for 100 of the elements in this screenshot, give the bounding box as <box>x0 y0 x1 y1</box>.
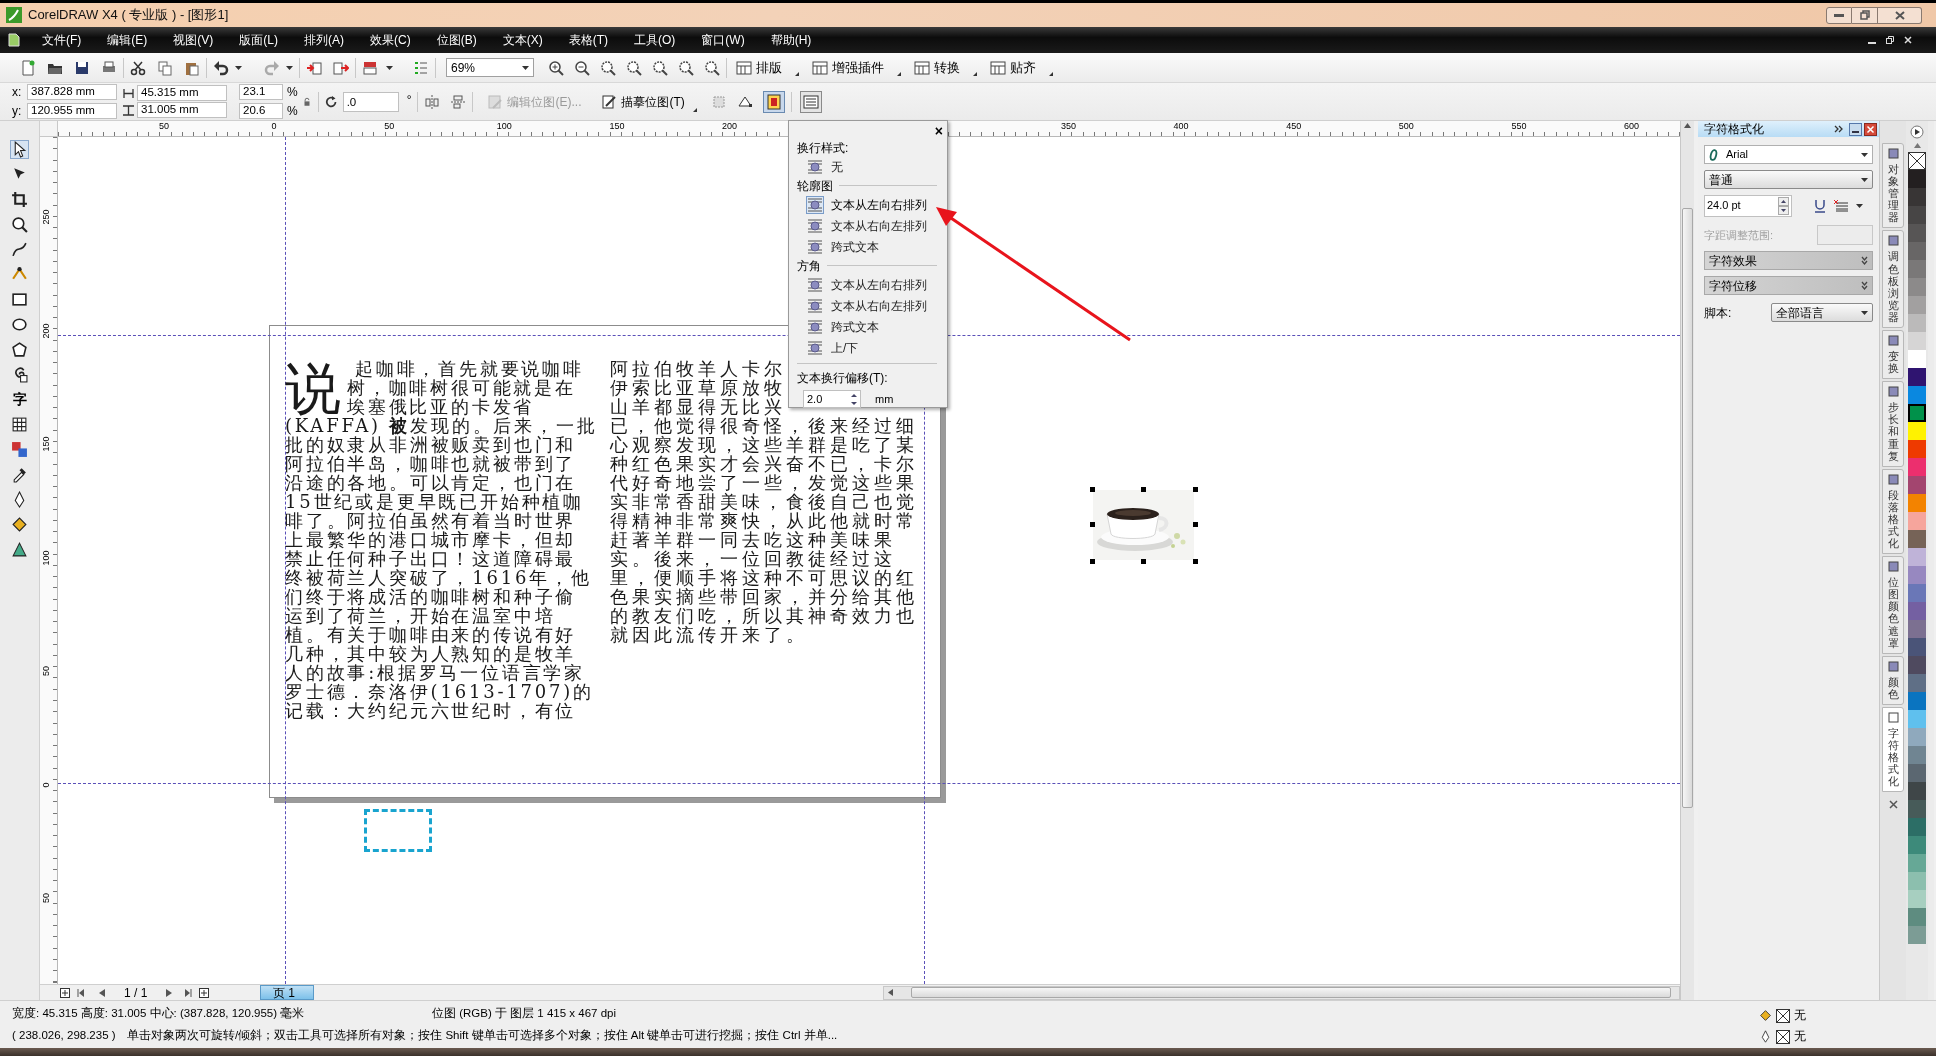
ellipse-icon[interactable] <box>11 316 28 333</box>
zoom-icon[interactable] <box>626 59 642 76</box>
color-swatch[interactable] <box>1908 440 1926 458</box>
color-swatch[interactable] <box>1908 818 1926 836</box>
close-button[interactable]: × <box>934 121 943 142</box>
menu-item[interactable]: 窗口(W) <box>699 31 747 49</box>
caret-icon[interactable] <box>692 108 697 112</box>
color-swatch[interactable] <box>1908 476 1926 494</box>
caret-icon[interactable] <box>1049 71 1053 76</box>
color-swatch[interactable] <box>1908 512 1926 530</box>
save-icon[interactable] <box>74 59 90 76</box>
caret-icon[interactable] <box>1861 310 1868 315</box>
menu-item[interactable]: 工具(O) <box>632 31 678 49</box>
docker-tab[interactable]: 字符格式化 <box>1882 706 1904 793</box>
color-swatch[interactable] <box>1908 332 1926 350</box>
y-position-field[interactable]: 120.955 mm <box>27 103 117 119</box>
color-swatch[interactable] <box>1908 206 1926 224</box>
strikeout-icon[interactable] <box>1834 200 1848 212</box>
color-swatch[interactable] <box>1908 926 1926 944</box>
selection-handle[interactable] <box>1090 487 1095 492</box>
new-document-icon[interactable] <box>20 59 36 76</box>
rectangle-icon[interactable] <box>11 291 28 308</box>
color-swatch[interactable] <box>1908 368 1926 386</box>
docker-tab[interactable]: 调色板浏览器 <box>1882 230 1904 329</box>
menu-item[interactable]: 文本(X) <box>500 31 545 49</box>
scale-y-field[interactable]: 20.6 <box>239 103 283 119</box>
menu-item[interactable]: 排列(A) <box>302 31 346 49</box>
color-swatch[interactable] <box>1908 566 1926 584</box>
x-position-field[interactable]: 387.828 mm <box>27 84 117 100</box>
width-field[interactable]: 45.315 mm <box>137 85 227 101</box>
curve-icon[interactable] <box>11 241 28 258</box>
caret-icon[interactable] <box>1861 177 1868 182</box>
offset-field[interactable]: 2.0 <box>803 390 861 408</box>
blend-icon[interactable] <box>11 441 28 458</box>
toolbar-button[interactable]: 排版 <box>733 56 785 79</box>
scroll-up-icon[interactable] <box>1684 123 1691 128</box>
zoom-icon[interactable] <box>11 216 28 233</box>
add-page-icon[interactable] <box>199 987 210 998</box>
caret-icon[interactable] <box>897 71 901 76</box>
color-swatch[interactable] <box>1908 620 1926 638</box>
menu-item[interactable]: 文件(F) <box>40 31 84 49</box>
export-icon[interactable] <box>333 59 349 76</box>
spinner-icon[interactable] <box>1778 197 1789 215</box>
drawing-canvas[interactable] <box>58 137 1680 984</box>
color-swatch[interactable] <box>1908 494 1926 512</box>
caret-icon[interactable] <box>973 71 977 76</box>
wrap-option[interactable]: 文本从左向右排列 <box>797 274 937 295</box>
copy-icon[interactable] <box>157 59 173 76</box>
scroll-right-icon[interactable] <box>1910 125 1924 139</box>
menu-item[interactable]: 位图(B) <box>434 31 479 49</box>
scroll-up-icon[interactable] <box>1913 143 1921 148</box>
docker-tab[interactable]: 变换 <box>1882 330 1904 380</box>
previous-page-icon[interactable] <box>99 988 105 997</box>
selection-handle[interactable] <box>1090 522 1095 527</box>
rotation-field[interactable]: .0 <box>342 91 399 112</box>
color-swatch[interactable] <box>1908 764 1926 782</box>
checklist-icon[interactable] <box>413 59 429 76</box>
color-swatch[interactable] <box>1908 890 1926 908</box>
toolbar-button[interactable]: 转换 <box>911 56 963 79</box>
color-swatch[interactable] <box>1908 908 1926 926</box>
double-chevron-icon[interactable] <box>1834 125 1843 133</box>
color-swatch[interactable] <box>1908 404 1926 422</box>
docker-tab[interactable]: 对象管理器 <box>1882 143 1904 229</box>
menu-item[interactable]: 效果(C) <box>368 31 413 49</box>
caret-icon[interactable] <box>1861 152 1868 157</box>
color-swatch[interactable] <box>1908 746 1926 764</box>
table-icon[interactable] <box>11 416 28 433</box>
caret-icon[interactable] <box>795 71 799 76</box>
mirror-icon[interactable] <box>424 93 441 110</box>
caret-icon[interactable] <box>522 65 529 70</box>
text-tool[interactable]: 字 <box>12 391 27 408</box>
color-swatch[interactable] <box>1908 728 1926 746</box>
font-dropdown[interactable]: Arial <box>1704 145 1873 164</box>
menu-item[interactable]: 表格(T) <box>566 31 610 49</box>
selection-handle[interactable] <box>1193 522 1198 527</box>
menu-item[interactable]: 帮助(H) <box>768 31 814 49</box>
color-swatch[interactable] <box>1908 224 1926 242</box>
color-swatch[interactable] <box>1908 278 1926 296</box>
import-icon[interactable] <box>306 59 322 76</box>
minimize-icon[interactable] <box>1849 122 1862 136</box>
pointer-icon[interactable] <box>11 141 28 158</box>
page-tab[interactable]: 页 1 <box>260 985 314 1000</box>
underline-icon[interactable] <box>1814 199 1826 213</box>
text-wrap-button[interactable] <box>799 90 822 113</box>
fill-icon[interactable] <box>11 516 28 533</box>
color-swatch[interactable] <box>1908 296 1926 314</box>
first-page-icon[interactable] <box>77 988 84 997</box>
zoom-out-icon[interactable] <box>574 59 590 76</box>
rotate-icon[interactable] <box>324 94 339 109</box>
wrap-option[interactable]: 文本从右向左排列 <box>797 215 937 236</box>
wrap-option[interactable]: 跨式文本 <box>797 316 937 337</box>
close-button[interactable] <box>1878 6 1922 24</box>
scroll-left-icon[interactable] <box>888 989 893 996</box>
scrollbar-thumb[interactable] <box>911 987 1671 998</box>
color-swatch[interactable] <box>1908 188 1926 206</box>
zoom-icon[interactable] <box>600 59 616 76</box>
zoom-in-icon[interactable] <box>548 59 564 76</box>
collapsible-section[interactable]: 字符效果 <box>1704 251 1873 270</box>
selection-handle[interactable] <box>1090 559 1095 564</box>
lock-icon[interactable] <box>301 96 312 107</box>
